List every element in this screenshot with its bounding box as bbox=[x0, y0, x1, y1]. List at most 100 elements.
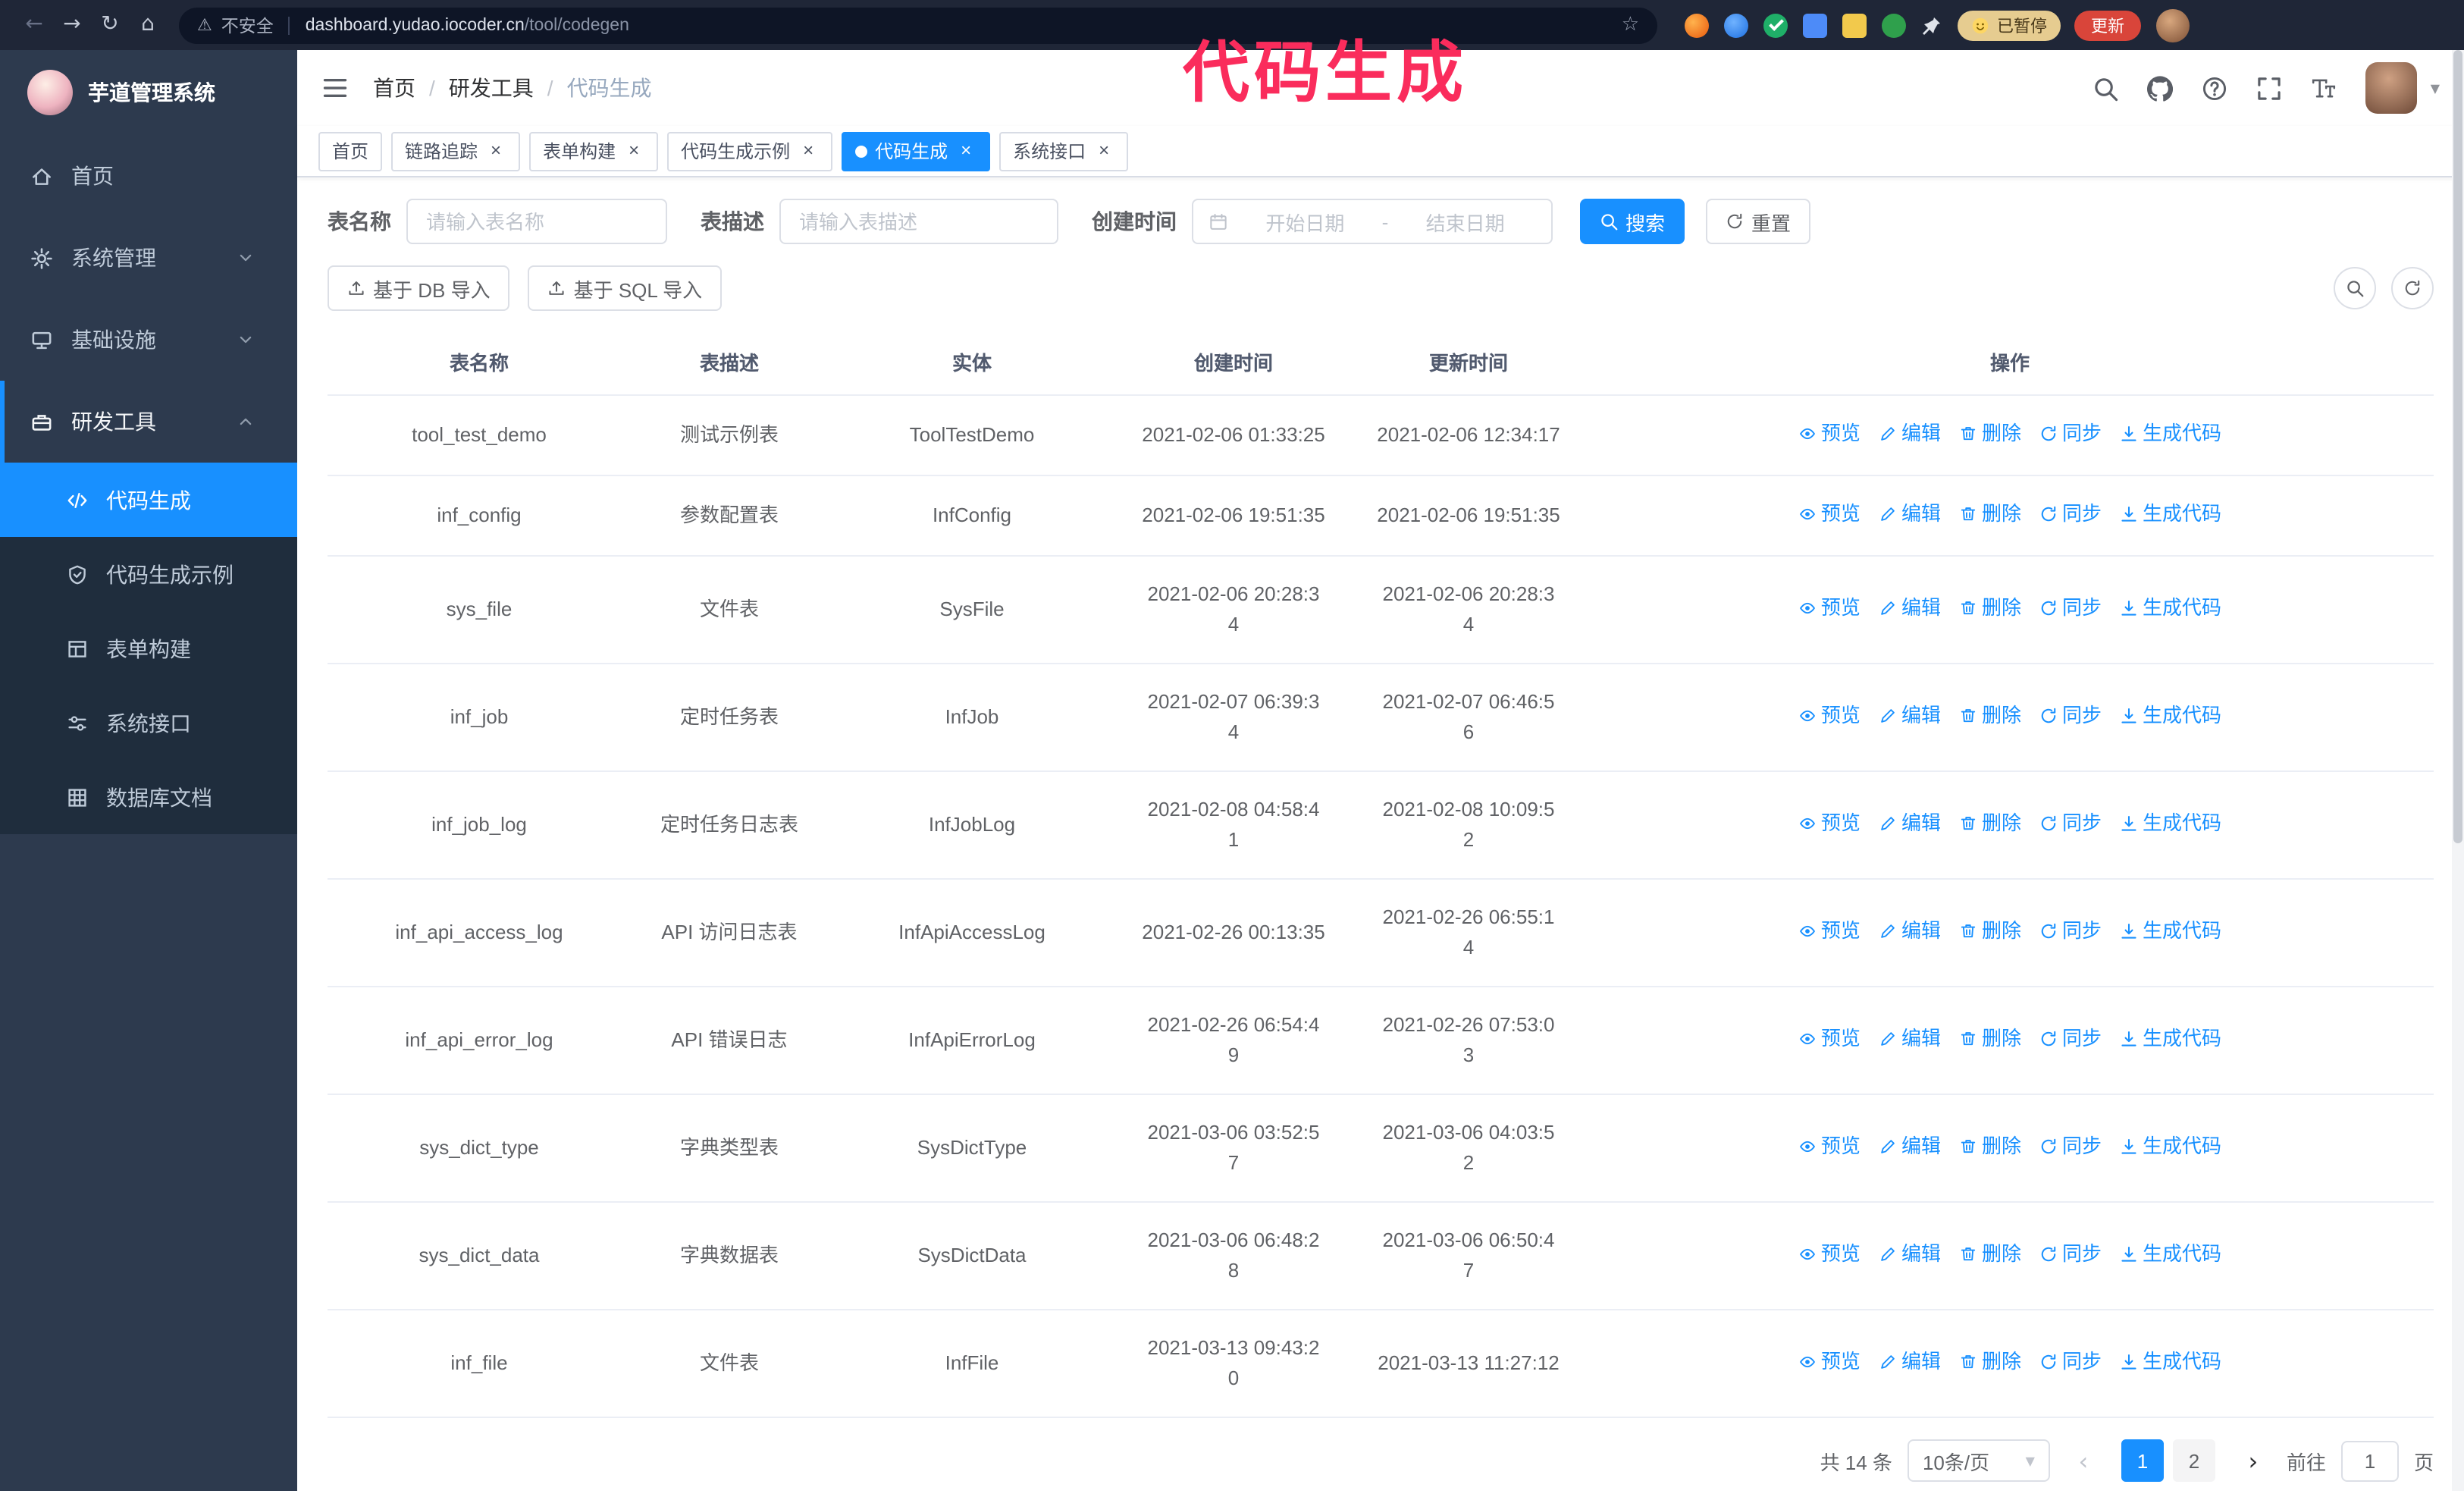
edit-link[interactable]: 编辑 bbox=[1879, 916, 1941, 946]
sync-link[interactable]: 同步 bbox=[2039, 419, 2102, 449]
extension-icon[interactable] bbox=[1763, 13, 1788, 37]
extension-icon[interactable] bbox=[1882, 13, 1906, 37]
preview-link[interactable]: 预览 bbox=[1798, 1347, 1861, 1377]
refresh-table-button[interactable] bbox=[2391, 267, 2434, 309]
extension-icon[interactable] bbox=[1724, 13, 1748, 37]
tab-首页[interactable]: 首页 bbox=[318, 131, 383, 171]
edit-link[interactable]: 编辑 bbox=[1879, 593, 1941, 623]
next-page-button[interactable]: › bbox=[2235, 1439, 2271, 1482]
paused-badge[interactable]: 已暂停 bbox=[1958, 10, 2061, 40]
page-button-1[interactable]: 1 bbox=[2121, 1439, 2164, 1482]
sidebar-item-codegen-example[interactable]: 代码生成示例 bbox=[0, 537, 297, 611]
sync-link[interactable]: 同步 bbox=[2039, 916, 2102, 946]
edit-link[interactable]: 编辑 bbox=[1879, 1024, 1941, 1054]
help-icon[interactable] bbox=[2202, 75, 2227, 101]
generate-link[interactable]: 生成代码 bbox=[2120, 1024, 2221, 1054]
generate-link[interactable]: 生成代码 bbox=[2120, 1347, 2221, 1377]
sidebar-item-codegen[interactable]: 代码生成 bbox=[0, 463, 297, 537]
browser-reload-icon[interactable]: ↻ bbox=[91, 6, 129, 44]
tab-代码生成示例[interactable]: 代码生成示例 × bbox=[667, 131, 833, 171]
preview-link[interactable]: 预览 bbox=[1798, 419, 1861, 449]
delete-link[interactable]: 删除 bbox=[1959, 593, 2021, 623]
generate-link[interactable]: 生成代码 bbox=[2120, 808, 2221, 839]
sidebar-item-system-api[interactable]: 系统接口 bbox=[0, 686, 297, 760]
logo[interactable]: 芋道管理系统 bbox=[0, 50, 297, 135]
preview-link[interactable]: 预览 bbox=[1798, 916, 1861, 946]
edit-link[interactable]: 编辑 bbox=[1879, 1131, 1941, 1162]
sync-link[interactable]: 同步 bbox=[2039, 499, 2102, 529]
browser-forward-icon[interactable]: → bbox=[53, 6, 91, 44]
edit-link[interactable]: 编辑 bbox=[1879, 701, 1941, 731]
tab-表单构建[interactable]: 表单构建 × bbox=[529, 131, 659, 171]
tab-close-icon[interactable]: × bbox=[798, 140, 819, 162]
github-icon[interactable] bbox=[2146, 75, 2173, 101]
sync-link[interactable]: 同步 bbox=[2039, 593, 2102, 623]
search-button[interactable]: 搜索 bbox=[1580, 199, 1685, 244]
edit-link[interactable]: 编辑 bbox=[1879, 1347, 1941, 1377]
import-sql-button[interactable]: 基于 SQL 导入 bbox=[528, 265, 723, 311]
delete-link[interactable]: 删除 bbox=[1959, 808, 2021, 839]
date-range-picker[interactable]: 开始日期 - 结束日期 bbox=[1192, 199, 1553, 244]
tab-系统接口[interactable]: 系统接口 × bbox=[999, 131, 1129, 171]
breadcrumb-home[interactable]: 首页 bbox=[373, 73, 415, 103]
address-bar[interactable]: ⚠ 不安全 dashboard.yudao.iocoder.cn/tool/co… bbox=[179, 7, 1657, 43]
font-size-icon[interactable] bbox=[2311, 75, 2337, 101]
extension-icon[interactable] bbox=[1803, 13, 1827, 37]
sidebar-item-form-builder[interactable]: 表单构建 bbox=[0, 611, 297, 686]
generate-link[interactable]: 生成代码 bbox=[2120, 419, 2221, 449]
edit-link[interactable]: 编辑 bbox=[1879, 1239, 1941, 1269]
table-desc-input[interactable] bbox=[779, 199, 1058, 244]
browser-home-icon[interactable]: ⌂ bbox=[129, 6, 167, 44]
extension-icon[interactable] bbox=[1842, 13, 1867, 37]
extension-icon[interactable] bbox=[1685, 13, 1709, 37]
delete-link[interactable]: 删除 bbox=[1959, 499, 2021, 529]
sidebar-item-infra[interactable]: 基础设施 bbox=[0, 299, 297, 381]
sidebar-item-system[interactable]: 系统管理 bbox=[0, 217, 297, 299]
table-name-input[interactable] bbox=[406, 199, 667, 244]
sidebar-item-devtools[interactable]: 研发工具 bbox=[0, 381, 297, 463]
preview-link[interactable]: 预览 bbox=[1798, 1131, 1861, 1162]
generate-link[interactable]: 生成代码 bbox=[2120, 916, 2221, 946]
toggle-search-button[interactable] bbox=[2334, 267, 2376, 309]
sidebar-item-db-doc[interactable]: 数据库文档 bbox=[0, 760, 297, 834]
edit-link[interactable]: 编辑 bbox=[1879, 419, 1941, 449]
prev-page-button[interactable]: ‹ bbox=[2065, 1439, 2102, 1482]
sidebar-item-home[interactable]: 首页 bbox=[0, 135, 297, 217]
delete-link[interactable]: 删除 bbox=[1959, 419, 2021, 449]
goto-page-input[interactable] bbox=[2340, 1440, 2399, 1481]
sync-link[interactable]: 同步 bbox=[2039, 1131, 2102, 1162]
preview-link[interactable]: 预览 bbox=[1798, 808, 1861, 839]
generate-link[interactable]: 生成代码 bbox=[2120, 701, 2221, 731]
generate-link[interactable]: 生成代码 bbox=[2120, 593, 2221, 623]
generate-link[interactable]: 生成代码 bbox=[2120, 499, 2221, 529]
page-size-select[interactable]: 10条/页 ▼ bbox=[1907, 1439, 2050, 1482]
update-button[interactable]: 更新 bbox=[2074, 10, 2141, 40]
edit-link[interactable]: 编辑 bbox=[1879, 499, 1941, 529]
delete-link[interactable]: 删除 bbox=[1959, 1131, 2021, 1162]
page-button-2[interactable]: 2 bbox=[2172, 1439, 2215, 1482]
tab-代码生成[interactable]: 代码生成 × bbox=[842, 131, 991, 171]
sync-link[interactable]: 同步 bbox=[2039, 1024, 2102, 1054]
user-avatar[interactable] bbox=[2365, 62, 2417, 114]
pin-extension-icon[interactable] bbox=[1921, 14, 1942, 36]
preview-link[interactable]: 预览 bbox=[1798, 593, 1861, 623]
sync-link[interactable]: 同步 bbox=[2039, 701, 2102, 731]
caret-down-icon[interactable]: ▼ bbox=[2431, 81, 2440, 95]
tab-close-icon[interactable]: × bbox=[1093, 140, 1114, 162]
page-scrollbar[interactable] bbox=[2452, 50, 2464, 1491]
sync-link[interactable]: 同步 bbox=[2039, 1347, 2102, 1377]
delete-link[interactable]: 删除 bbox=[1959, 1347, 2021, 1377]
generate-link[interactable]: 生成代码 bbox=[2120, 1131, 2221, 1162]
preview-link[interactable]: 预览 bbox=[1798, 499, 1861, 529]
preview-link[interactable]: 预览 bbox=[1798, 701, 1861, 731]
delete-link[interactable]: 删除 bbox=[1959, 1239, 2021, 1269]
delete-link[interactable]: 删除 bbox=[1959, 701, 2021, 731]
scrollbar-thumb[interactable] bbox=[2453, 50, 2462, 843]
tab-链路追踪[interactable]: 链路追踪 × bbox=[391, 131, 521, 171]
generate-link[interactable]: 生成代码 bbox=[2120, 1239, 2221, 1269]
tab-close-icon[interactable]: × bbox=[623, 140, 644, 162]
hamburger-icon[interactable] bbox=[321, 74, 349, 102]
delete-link[interactable]: 删除 bbox=[1959, 916, 2021, 946]
tab-close-icon[interactable]: × bbox=[955, 140, 977, 162]
header-search-icon[interactable] bbox=[2093, 75, 2118, 101]
